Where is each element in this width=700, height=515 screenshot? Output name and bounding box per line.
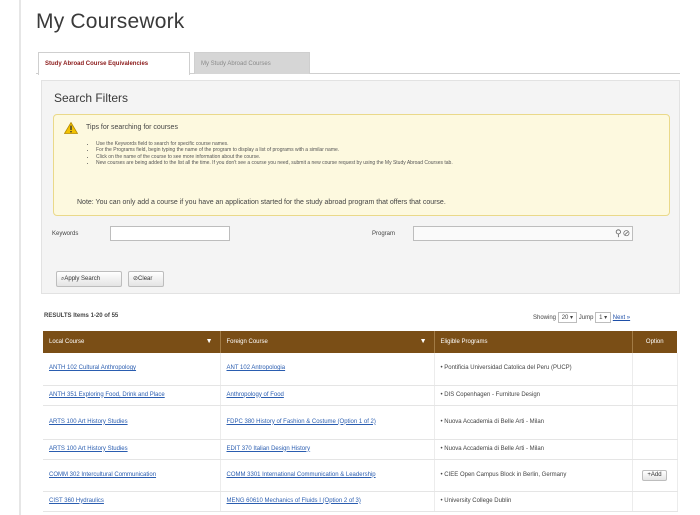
search-filters-title: Search Filters: [54, 91, 129, 105]
eligible-program-cell: • Nuova Accademia di Belle Arti - Milan: [434, 405, 633, 440]
eligible-program-text: DIS Copenhagen - Furniture Design: [444, 391, 540, 398]
search-filters-panel: Search Filters Tips for searching for co…: [41, 80, 680, 294]
table-row: CIST 360 Hydraulics MENG 60610 Mechanics…: [43, 491, 678, 512]
local-course-cell: ANTH 102 Cultural Anthropology: [43, 353, 221, 386]
sort-caret-icon: ▼: [419, 338, 427, 345]
showing-label: Showing: [533, 315, 557, 322]
foreign-course-link[interactable]: ANT 102 Antropologia: [227, 365, 286, 371]
tips-box: Tips for searching for courses Use the K…: [53, 114, 670, 216]
apply-search-button[interactable]: ⌕Apply Search: [56, 271, 122, 287]
option-cell: +Add: [632, 459, 678, 492]
tab-bar: Study Abroad Course Equivalencies My Stu…: [36, 52, 680, 75]
eligible-program-text: CIEE Open Campus Block in Berlin, German…: [444, 471, 567, 478]
program-label: Program: [372, 231, 396, 237]
local-course-link[interactable]: ANTH 351 Exploring Food, Drink and Place: [49, 392, 165, 398]
table-row: ANTH 102 Cultural Anthropology ANT 102 A…: [43, 353, 678, 386]
jump-select[interactable]: 1 ▾: [595, 312, 612, 323]
option-cell: [632, 353, 678, 386]
local-course-link[interactable]: ARTS 100 Art History Studies: [49, 419, 128, 425]
keywords-input[interactable]: [110, 226, 230, 241]
eligible-program-text: Nuova Accademia di Belle Arti - Milan: [444, 445, 544, 452]
column-header-option: Option: [632, 331, 677, 353]
eligible-program-cell: • CIEE Open Campus Block in Berlin, Germ…: [434, 459, 633, 492]
eligible-program-text: Nuova Accademia di Belle Arti - Milan: [444, 418, 544, 425]
clear-button[interactable]: ⊘Clear: [128, 271, 164, 287]
foreign-course-link[interactable]: FDPC 380 History of Fashion & Costume (O…: [227, 419, 376, 425]
table-row: ARTS 100 Art History Studies EDIT 370 It…: [43, 439, 678, 460]
eligible-program-cell: • University College Dublin: [434, 491, 633, 512]
option-cell: [632, 491, 678, 512]
foreign-course-cell: ANT 102 Antropologia: [220, 353, 435, 386]
search-icon[interactable]: ⚲: [615, 228, 623, 238]
eligible-program-cell: • DIS Copenhagen - Furniture Design: [434, 385, 633, 406]
local-course-cell: COMM 302 Intercultural Communication: [43, 459, 221, 492]
table-row: ANTH 351 Exploring Food, Drink and Place…: [43, 385, 678, 406]
eligible-program-text: Pontificia Universidad Catolica del Peru…: [444, 365, 572, 372]
option-cell: [632, 385, 678, 406]
page-size-select[interactable]: 20 ▾: [557, 312, 578, 323]
results-summary: RESULTS Items 1-20 of 55: [44, 313, 119, 319]
keywords-label: Keywords: [52, 231, 79, 237]
foreign-course-link[interactable]: Anthropology of Food: [227, 392, 284, 398]
foreign-course-link[interactable]: EDIT 370 Italian Design History: [227, 446, 311, 452]
tip-item: New courses are being added to the list …: [96, 160, 658, 166]
sort-caret-icon: ▼: [205, 338, 213, 345]
jump-label: Jump: [578, 315, 594, 322]
tab-study-abroad-course-equivalencies[interactable]: Study Abroad Course Equivalencies: [38, 52, 190, 75]
local-course-cell: ARTS 100 Art History Studies: [43, 405, 221, 440]
foreign-course-cell: MENG 60610 Mechanics of Fluids I (Option…: [220, 491, 435, 512]
foreign-course-link[interactable]: MENG 60610 Mechanics of Fluids I (Option…: [227, 498, 361, 504]
local-course-link[interactable]: CIST 360 Hydraulics: [49, 498, 104, 504]
local-course-link[interactable]: ARTS 100 Art History Studies: [49, 446, 128, 452]
foreign-course-cell: EDIT 370 Italian Design History: [220, 439, 435, 460]
table-row: ARTS 100 Art History Studies FDPC 380 Hi…: [43, 405, 678, 440]
chevron-down-icon: ▾: [604, 315, 608, 321]
table-row: COMM 302 Intercultural Communication COM…: [43, 459, 678, 492]
jump-value: 1: [599, 315, 603, 321]
apply-search-label: Apply Search: [64, 276, 101, 282]
warning-icon: [64, 122, 78, 134]
foreign-course-cell: Anthropology of Food: [220, 385, 435, 406]
program-lookup-controls: ⚲⊘: [615, 228, 631, 239]
add-course-label: Add: [650, 471, 662, 478]
column-header-label: Foreign Course: [226, 339, 268, 345]
column-header-eligible-programs: Eligible Programs: [434, 331, 633, 353]
tips-heading: Tips for searching for courses: [86, 124, 178, 131]
local-course-link[interactable]: ANTH 102 Cultural Anthropology: [49, 365, 136, 371]
clear-field-icon[interactable]: ⊘: [623, 228, 632, 238]
option-cell: [632, 405, 678, 440]
eligible-program-cell: • Pontificia Universidad Catolica del Pe…: [434, 353, 633, 386]
eligible-program-cell: • Nuova Accademia di Belle Arti - Milan: [434, 439, 633, 460]
foreign-course-cell: COMM 3301 International Communication & …: [220, 459, 435, 492]
next-page-link[interactable]: Next »: [613, 315, 630, 321]
column-header-foreign-course[interactable]: Foreign Course ▼: [220, 331, 435, 353]
column-header-local-course[interactable]: Local Course ▼: [43, 331, 221, 353]
page-size-value: 20: [561, 315, 569, 321]
eligible-program-text: University College Dublin: [444, 497, 512, 504]
pagination-controls: Showing 20 ▾ Jump 1 ▾ Next »: [533, 312, 630, 323]
local-course-cell: ANTH 351 Exploring Food, Drink and Place: [43, 385, 221, 406]
add-course-button[interactable]: +Add: [642, 469, 667, 481]
tab-my-study-abroad-courses[interactable]: My Study Abroad Courses: [194, 52, 310, 74]
courses-table: Local Course ▼ Foreign Course ▼ Eligible P…: [43, 331, 678, 512]
program-input[interactable]: [413, 226, 633, 241]
foreign-course-cell: FDPC 380 History of Fashion & Costume (O…: [220, 405, 435, 440]
option-cell: [632, 439, 678, 460]
column-header-label: Local Course: [49, 339, 85, 345]
chevron-down-icon: ▾: [570, 315, 574, 321]
page-left-rule: [19, 0, 21, 515]
table-header-row: Local Course ▼ Foreign Course ▼ Eligible P…: [43, 331, 677, 353]
page-title: My Coursework: [36, 10, 185, 33]
local-course-link[interactable]: COMM 302 Intercultural Communication: [49, 472, 156, 478]
foreign-course-link[interactable]: COMM 3301 International Communication & …: [227, 472, 376, 478]
tips-note: Note: You can only add a course if you h…: [77, 199, 446, 206]
tips-list: Use the Keywords field to search for spe…: [88, 141, 658, 166]
local-course-cell: ARTS 100 Art History Studies: [43, 439, 221, 460]
clear-label: Clear: [138, 276, 153, 282]
local-course-cell: CIST 360 Hydraulics: [43, 491, 221, 512]
